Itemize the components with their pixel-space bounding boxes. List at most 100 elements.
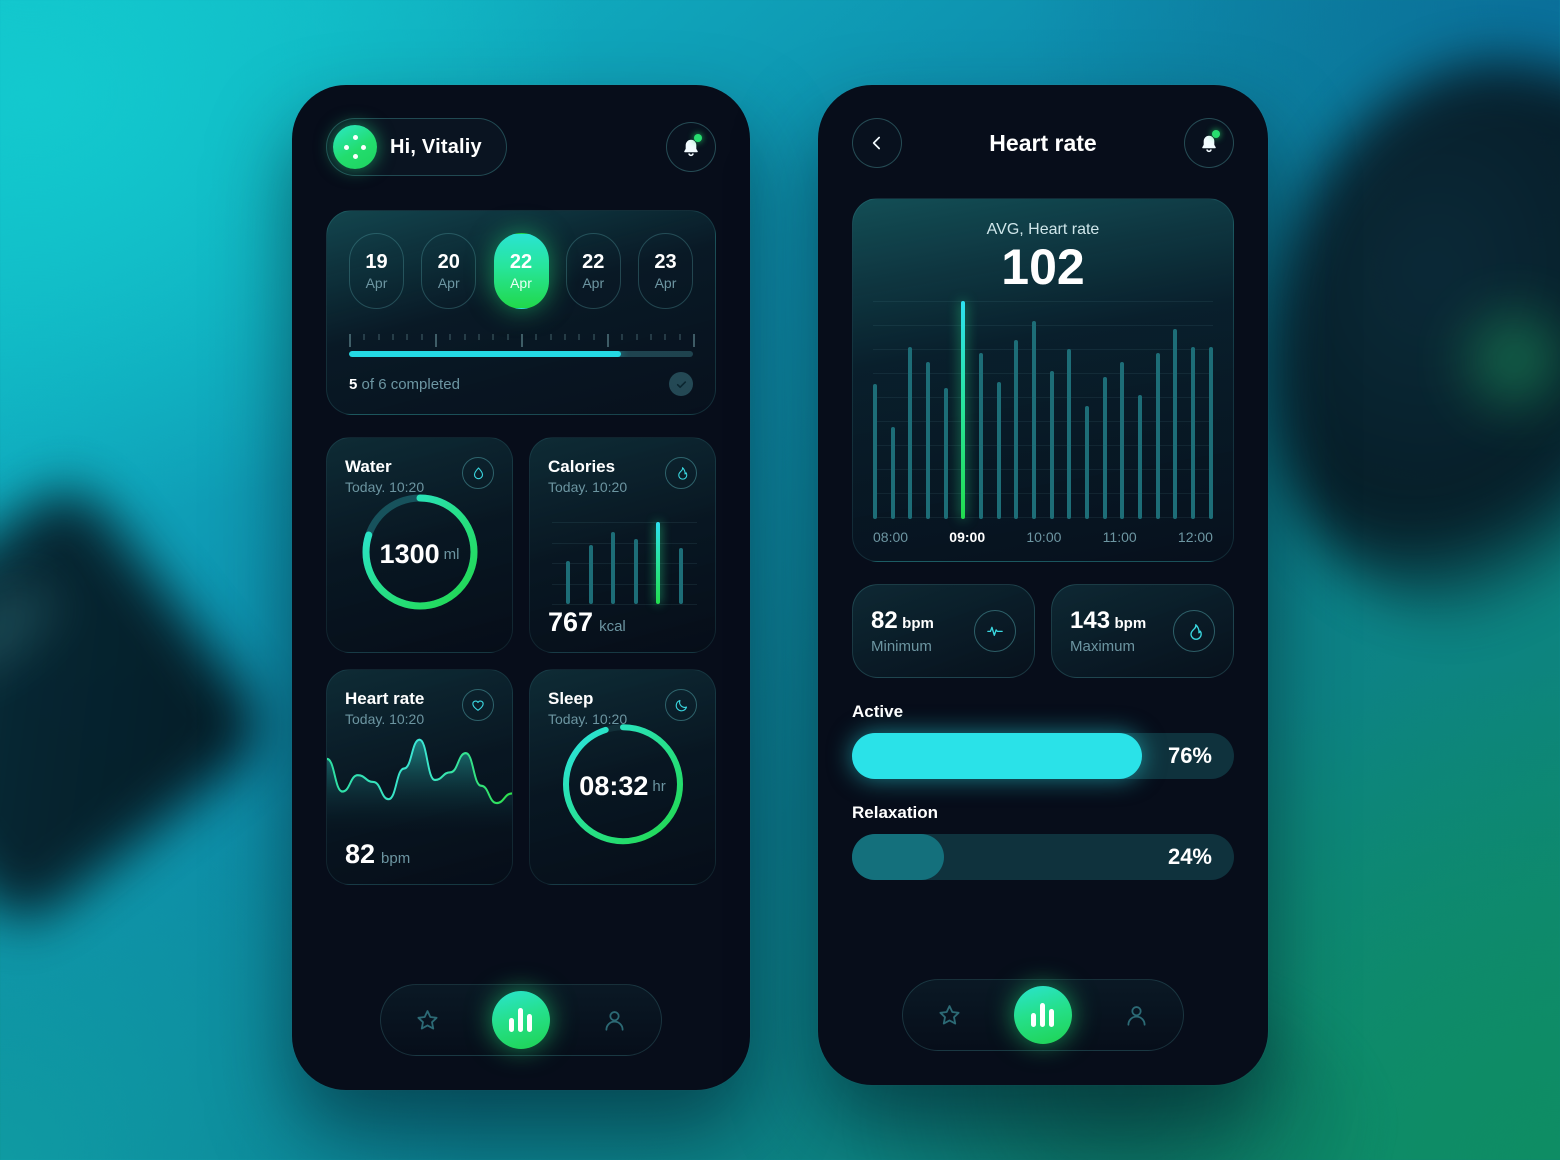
back-button[interactable] bbox=[852, 118, 902, 168]
card-title: Water bbox=[345, 457, 392, 476]
bar-chart-icon bbox=[509, 1008, 533, 1032]
day-pill-4[interactable]: 23 Apr bbox=[638, 233, 693, 309]
background-blurred-phone bbox=[0, 473, 277, 937]
chevron-left-icon bbox=[872, 136, 880, 150]
completed-label: of 6 completed bbox=[357, 375, 460, 393]
phone-dashboard: Hi, Vitaliy 19 Apr 20 Apr 22 Apr 22 Apr … bbox=[292, 85, 750, 1090]
dashboard-header: Hi, Vitaliy bbox=[326, 85, 716, 176]
progress-text: 5 of 6 completed bbox=[349, 376, 460, 393]
stat-maximum[interactable]: 143 bpm Maximum bbox=[1051, 584, 1234, 678]
card-heart-rate[interactable]: Heart rate Today. 10:20 82 bpm bbox=[326, 669, 513, 885]
nav-profile[interactable] bbox=[587, 992, 643, 1048]
user-pill[interactable]: Hi, Vitaliy bbox=[326, 118, 507, 176]
day-month: Apr bbox=[365, 275, 388, 291]
stat-minimum[interactable]: 82 bpm Minimum bbox=[852, 584, 1035, 678]
pulse-icon bbox=[974, 610, 1016, 652]
heart-rate-footer: 82 bpm bbox=[345, 839, 410, 870]
card-sleep[interactable]: Sleep Today. 10:20 08:32 hr bbox=[529, 669, 716, 885]
stat-pill-row: 82 bpm Minimum 143 bpm Maximum bbox=[852, 584, 1234, 678]
calories-footer: 767 kcal bbox=[548, 607, 626, 638]
calories-value: 767 bbox=[548, 607, 594, 637]
sleep-ring-label: 08:32 hr bbox=[554, 715, 692, 858]
bottom-nav-dashboard bbox=[380, 984, 662, 1056]
sleep-ring-chart: 08:32 hr bbox=[554, 715, 692, 858]
card-subtitle: Today. 10:20 bbox=[345, 711, 425, 727]
card-water[interactable]: Water Today. 10:20 1300 ml bbox=[326, 437, 513, 653]
page-title: Heart rate bbox=[989, 129, 1097, 156]
notification-button[interactable] bbox=[1183, 118, 1234, 168]
bar-chart-icon bbox=[1031, 1003, 1055, 1027]
calories-unit: kcal bbox=[599, 618, 626, 635]
nav-profile[interactable] bbox=[1109, 987, 1165, 1043]
chart-bar bbox=[908, 346, 913, 519]
day-month: Apr bbox=[437, 275, 460, 291]
sleep-unit: hr bbox=[652, 778, 666, 796]
chart-bar bbox=[996, 381, 1001, 519]
flame-icon bbox=[665, 457, 697, 489]
card-header: Heart rate Today. 10:20 bbox=[345, 689, 494, 727]
progress-track[interactable] bbox=[349, 351, 693, 357]
flame-icon bbox=[1173, 610, 1215, 652]
chart-bar bbox=[926, 362, 931, 519]
chart-bar bbox=[1173, 329, 1178, 519]
zone-label-active: Active bbox=[852, 702, 904, 721]
day-number: 19 bbox=[365, 251, 388, 273]
detail-header: Heart rate bbox=[852, 85, 1234, 168]
heart-rate-bar-chart: 08:00 09:00 10:00 11:00 12:00 bbox=[873, 301, 1213, 545]
day-number: 20 bbox=[437, 251, 460, 273]
chart-bar bbox=[943, 388, 948, 519]
water-ring-label: 1300 ml bbox=[354, 486, 486, 623]
chart-bar bbox=[1014, 340, 1019, 519]
water-unit: ml bbox=[443, 546, 460, 564]
chart-bar bbox=[979, 353, 984, 519]
progress-fill bbox=[349, 351, 621, 357]
avatar-dots-icon bbox=[333, 125, 377, 169]
day-pill-2-selected[interactable]: 22 Apr bbox=[493, 233, 549, 309]
day-number: 22 bbox=[509, 251, 533, 273]
x-tick-label: 12:00 bbox=[1177, 529, 1213, 545]
zone-bar-relaxation[interactable]: 24% bbox=[852, 834, 1234, 880]
chart-bar bbox=[1032, 320, 1037, 519]
heart-rate-line-chart bbox=[327, 738, 512, 832]
day-month: Apr bbox=[582, 275, 605, 291]
water-value: 1300 bbox=[379, 539, 440, 570]
notification-button[interactable] bbox=[666, 122, 716, 172]
min-value: 82 bbox=[871, 607, 898, 634]
nav-favorites[interactable] bbox=[399, 992, 455, 1048]
card-subtitle: Today. 10:20 bbox=[548, 479, 628, 495]
chart-bar bbox=[1067, 348, 1072, 519]
star-icon bbox=[939, 1004, 960, 1024]
chart-bar bbox=[1155, 353, 1160, 519]
day-number: 23 bbox=[654, 251, 677, 273]
x-tick-label: 10:00 bbox=[1026, 529, 1062, 545]
zone-bar-active[interactable]: 76% bbox=[852, 733, 1234, 779]
chart-bar bbox=[1138, 394, 1143, 519]
min-label: Minimum bbox=[871, 638, 932, 655]
day-month: Apr bbox=[654, 275, 677, 291]
background-blurred-phone-glint bbox=[0, 577, 60, 683]
chart-bar bbox=[1085, 405, 1090, 519]
zone-percent-relaxation: 24% bbox=[1167, 844, 1212, 869]
person-icon bbox=[605, 1010, 624, 1031]
card-header: Calories Today. 10:20 bbox=[548, 457, 697, 495]
heart-rate-value: 82 bbox=[345, 839, 376, 869]
check-circle-icon[interactable] bbox=[669, 372, 693, 396]
day-pill-1[interactable]: 20 Apr bbox=[421, 233, 477, 309]
day-list: 19 Apr 20 Apr 22 Apr 22 Apr 23 Apr bbox=[349, 233, 693, 309]
min-unit: bpm bbox=[902, 615, 934, 632]
card-calories[interactable]: Calories Today. 10:20 767 kcal bbox=[529, 437, 716, 653]
greeting-text: Hi, Vitaliy bbox=[390, 135, 482, 158]
card-title: Calories bbox=[548, 457, 616, 476]
nav-stats-active[interactable] bbox=[1013, 986, 1072, 1044]
chart-bar bbox=[1191, 346, 1196, 519]
date-selector-card: 19 Apr 20 Apr 22 Apr 22 Apr 23 Apr 5 of … bbox=[326, 210, 716, 415]
nav-stats-active[interactable] bbox=[491, 991, 550, 1049]
card-title: Sleep bbox=[548, 689, 594, 708]
phone-heart-rate-detail: Heart rate AVG, Heart rate 102 08:00 09:0… bbox=[818, 85, 1268, 1085]
day-pill-3[interactable]: 22 Apr bbox=[565, 233, 621, 309]
star-icon bbox=[417, 1009, 438, 1029]
nav-favorites[interactable] bbox=[921, 987, 977, 1043]
heart-rate-screen: Heart rate AVG, Heart rate 102 08:00 09:0… bbox=[818, 85, 1268, 1085]
chart-x-axis: 08:00 09:00 10:00 11:00 12:00 bbox=[873, 529, 1213, 545]
day-pill-0[interactable]: 19 Apr bbox=[349, 233, 404, 309]
